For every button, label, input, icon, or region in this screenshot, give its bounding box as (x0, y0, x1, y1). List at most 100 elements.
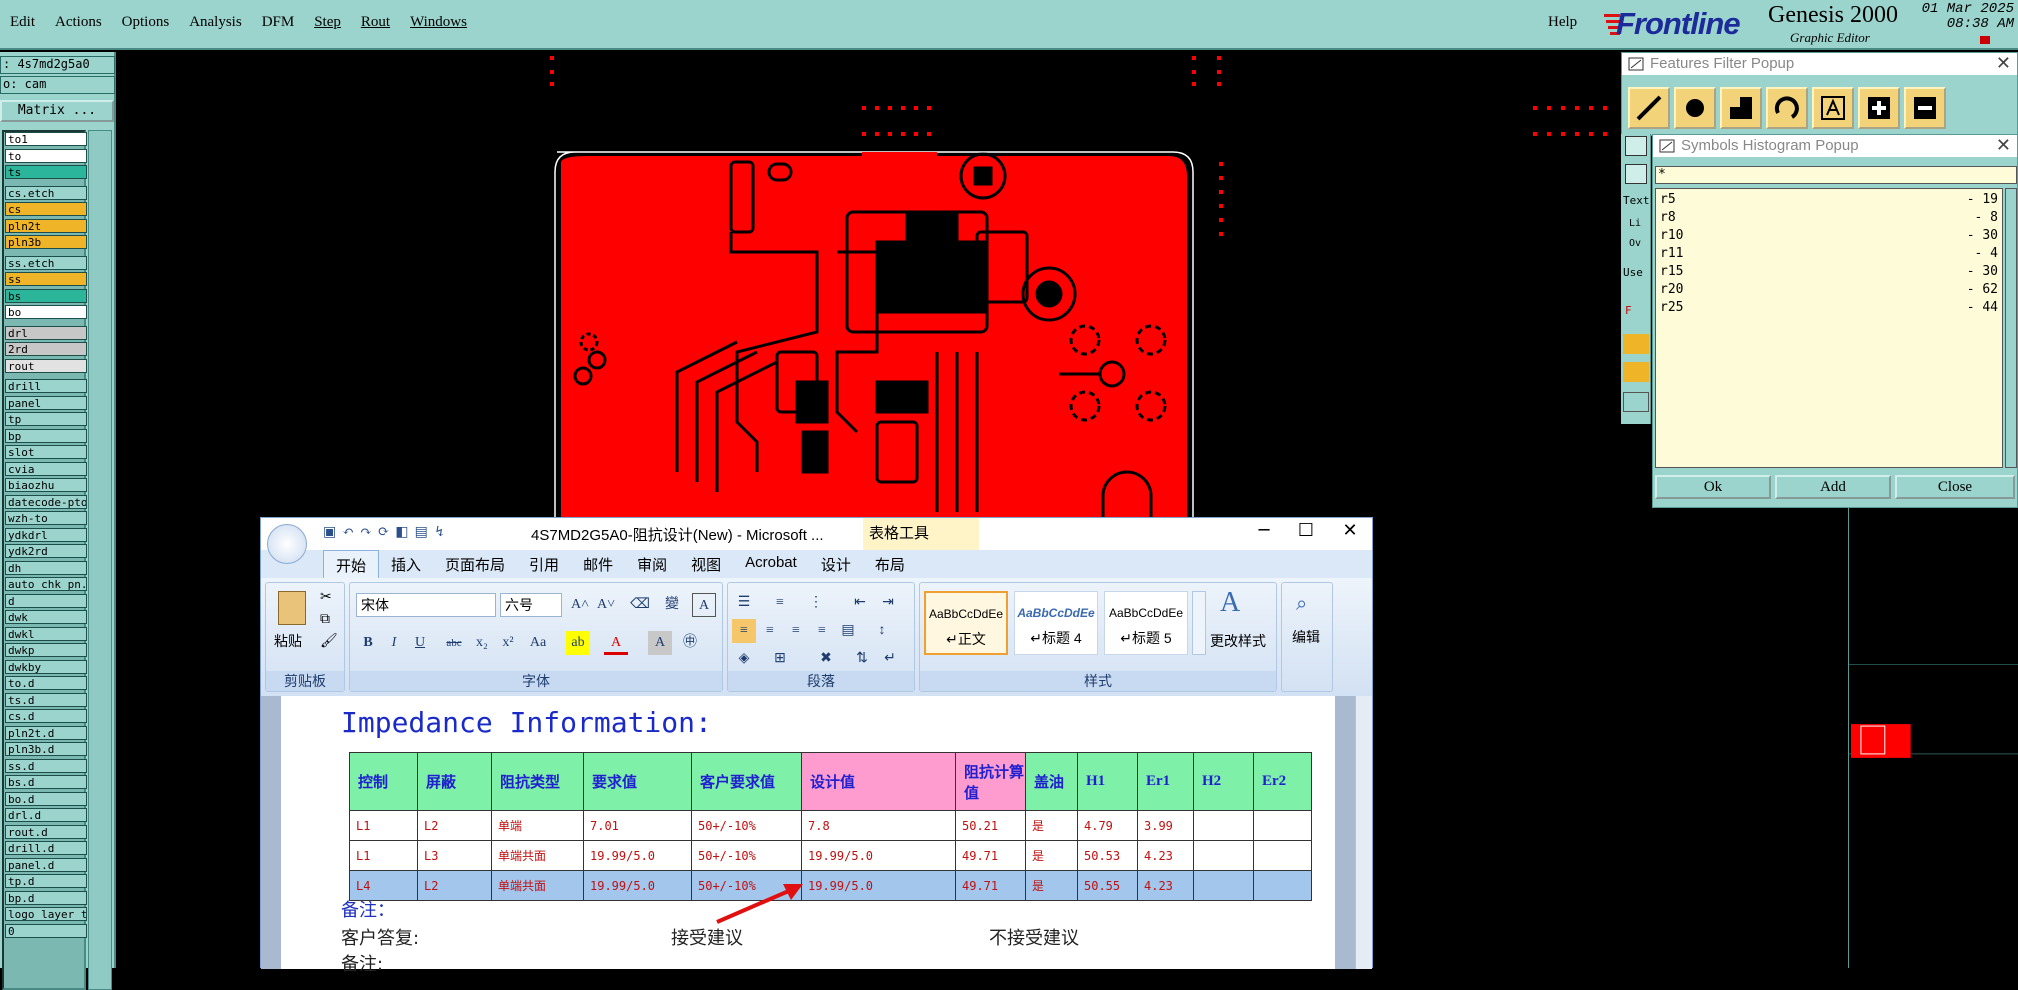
layer-item[interactable]: ts (5, 165, 87, 179)
cell[interactable]: 是 (1025, 840, 1078, 871)
layer-item[interactable]: tp.d (5, 874, 87, 888)
layer-item[interactable]: bs.d (5, 775, 87, 789)
style-normal[interactable]: AaBbCcDdEe ↵正文 (924, 591, 1008, 655)
list-item[interactable]: r10 - 30 (1660, 227, 1998, 245)
style-heading4[interactable]: AaBbCcDdEe ↵标题 4 (1014, 591, 1098, 655)
close-icon[interactable]: ✕ (1335, 520, 1365, 541)
menu-options[interactable]: Options (112, 14, 180, 36)
find-icon[interactable]: ⌕ (1296, 591, 1307, 615)
menu-help[interactable]: Help (1548, 14, 1577, 31)
shrink-font-icon[interactable]: A˅ (594, 593, 618, 617)
bold-icon[interactable]: B (356, 631, 380, 655)
phonetic-icon[interactable]: 變 (660, 593, 684, 617)
multilevel-icon[interactable]: ⋮ (804, 591, 828, 615)
font-size-combo[interactable]: 六号 (500, 593, 562, 617)
change-styles-button[interactable]: 更改样式 (1210, 631, 1266, 651)
matrix-button[interactable]: Matrix ... (0, 100, 114, 122)
layer-item[interactable]: 2rd (5, 342, 87, 356)
document-scrollbar[interactable] (1355, 696, 1372, 969)
char-shading-icon[interactable]: A (648, 631, 672, 655)
list-item[interactable]: r15 - 30 (1660, 263, 1998, 281)
tab-view[interactable]: 视图 (679, 550, 733, 578)
cell[interactable]: 4.79 (1077, 810, 1138, 841)
symbol-filter-input[interactable]: * (1655, 166, 2017, 184)
tab-acrobat[interactable]: Acrobat (733, 550, 809, 578)
menu-windows[interactable]: Windows (400, 14, 477, 36)
layer-item[interactable]: bs (5, 288, 87, 303)
layer-item[interactable]: ydk2rd (5, 544, 87, 558)
layer-item[interactable]: dwk (5, 610, 87, 624)
subscript-icon[interactable]: x₂ (470, 631, 494, 655)
layer-item[interactable]: dwkp (5, 643, 87, 657)
layer-list[interactable]: to1 to ts cs.etch cs pln2t pln3b ss.etch ss bs bo d… (2, 130, 87, 990)
enclose-char-icon[interactable]: ㊥ (678, 631, 702, 655)
table-row[interactable]: L1 L2 单端 7.01 50+/-10% 7.8 50.21 是 4.79 3.99 (349, 810, 1312, 841)
layer-item[interactable]: ss (5, 272, 87, 286)
tab-home[interactable]: 开始 (323, 550, 380, 578)
layer-item[interactable]: panel (5, 395, 87, 410)
strikethrough-icon[interactable]: abc (442, 631, 466, 655)
menu-analysis[interactable]: Analysis (179, 14, 252, 36)
layer-item[interactable]: drl (5, 325, 87, 340)
copy-icon[interactable]: ⧉ (320, 611, 330, 627)
cell[interactable]: 50.21 (955, 810, 1026, 841)
cell[interactable]: L1 (349, 840, 418, 871)
list-item[interactable]: r8 - 8 (1660, 209, 1998, 227)
table-row[interactable]: L1 L3 单端共面 19.99/5.0 50+/-10% 19.99/5.0 49.71 是… (349, 840, 1312, 871)
menu-step[interactable]: Step (304, 14, 351, 36)
minimize-icon[interactable]: ─ (1249, 520, 1279, 541)
document-page[interactable]: Impedance Information: 控制 屏蔽 阻抗类型 要求值 客户… (281, 696, 1335, 975)
paste-icon[interactable] (278, 591, 306, 625)
layer-item[interactable]: drill.d (5, 841, 87, 855)
remove-filter-button[interactable] (1904, 87, 1946, 129)
layer-item[interactable]: slot (5, 445, 87, 459)
layer-item[interactable]: pln2t.d (5, 725, 87, 740)
close-icon[interactable]: ✕ (1996, 53, 2011, 74)
tab-references[interactable]: 引用 (517, 550, 571, 578)
cell[interactable]: 3.99 (1137, 810, 1194, 841)
cut-icon[interactable]: ✂ (320, 589, 332, 605)
underline-icon[interactable]: U (408, 631, 432, 655)
show-marks-icon[interactable]: ↵ (878, 647, 902, 671)
layer-item[interactable]: rout.d (5, 824, 87, 839)
layer-item[interactable]: ydkdrl (5, 527, 87, 542)
layer-item[interactable]: pln2t (5, 218, 87, 233)
tab-mailings[interactable]: 邮件 (571, 550, 625, 578)
italic-icon[interactable]: I (382, 631, 406, 655)
pick-arrow-icon[interactable] (1625, 164, 1647, 184)
format-painter-icon[interactable]: 🖌 (320, 633, 338, 649)
align-right-icon[interactable]: ≡ (784, 619, 808, 643)
job-field[interactable]: : 4s7md2g5a0 (0, 56, 115, 74)
cell[interactable] (1253, 810, 1312, 841)
add-filter-button[interactable] (1858, 87, 1900, 129)
tab-layout[interactable]: 页面布局 (433, 550, 517, 578)
borders-icon[interactable]: ⊞ (768, 647, 792, 671)
tab-design[interactable]: 设计 (809, 550, 863, 578)
cell[interactable]: 单端 (491, 810, 584, 841)
list-item[interactable]: r25 - 44 (1660, 299, 1998, 317)
cell[interactable]: 19.99/5.0 (801, 870, 956, 901)
impedance-table[interactable]: 控制 屏蔽 阻抗类型 要求值 客户要求值 设计值 阻抗计算值 盖油 H1 Er1… (349, 752, 1312, 901)
table-tools-tab[interactable]: 表格工具 (863, 518, 979, 550)
increase-indent-icon[interactable]: ⇥ (876, 591, 900, 615)
layer-scrollbar[interactable] (88, 130, 112, 990)
paste-button[interactable]: 粘贴 (274, 631, 302, 651)
list-item[interactable]: r20 - 62 (1660, 281, 1998, 299)
layer-item[interactable]: pln3b (5, 235, 87, 249)
quick-access-toolbar[interactable]: ▣↶↷⟳◧▤↯ (323, 524, 452, 540)
cell[interactable]: 50.53 (1077, 840, 1138, 871)
layer-item[interactable]: tp (5, 412, 87, 426)
table-row[interactable]: L4 L2 单端共面 19.99/5.0 50+/-10% 19.99/5.0 49.71 是… (349, 870, 1312, 901)
styles-scroll[interactable] (1192, 591, 1206, 655)
layer-item[interactable]: biaozhu (5, 478, 87, 492)
layer-item[interactable]: drill (5, 379, 87, 393)
line-feature-button[interactable] (1628, 87, 1670, 129)
cell[interactable]: 50+/-10% (691, 810, 802, 841)
layer-item[interactable]: bp (5, 428, 87, 443)
histogram-scrollbar[interactable] (2005, 188, 2017, 468)
cell[interactable] (1193, 810, 1254, 841)
cell[interactable]: 是 (1025, 810, 1078, 841)
cell[interactable] (1193, 870, 1254, 901)
font-color-icon[interactable]: A (604, 631, 628, 655)
menu-actions[interactable]: Actions (45, 14, 112, 36)
